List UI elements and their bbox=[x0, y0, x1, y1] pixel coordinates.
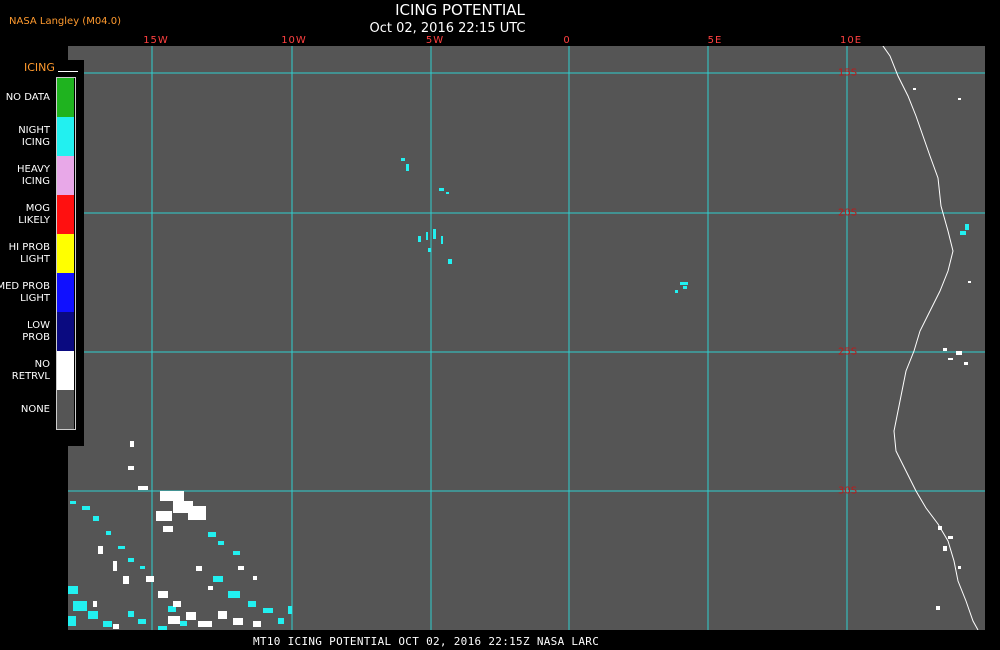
map-overlay bbox=[68, 46, 985, 630]
graticule bbox=[68, 46, 985, 630]
legend-title: ICING bbox=[24, 61, 55, 74]
lon-label-5e: 5E bbox=[707, 35, 723, 46]
legend-item-label: HEAVY ICING bbox=[17, 163, 50, 187]
legend-item-label: NO DATA bbox=[5, 91, 50, 103]
southwest-cloud-cluster bbox=[68, 441, 292, 630]
legend-item: MED PROB LIGHT bbox=[0, 273, 75, 312]
lat-label-25s: 25S bbox=[838, 346, 858, 358]
legend-swatch bbox=[57, 156, 74, 195]
legend-item: HI PROB LIGHT bbox=[0, 234, 75, 273]
icing-legend: ICING NO DATA NIGHT ICING HEAVY ICING MOG L… bbox=[0, 60, 84, 446]
lon-label-0: 0 bbox=[563, 35, 571, 46]
legend-swatch bbox=[57, 351, 74, 390]
legend-item: NONE bbox=[0, 390, 75, 429]
legend-item: NO RETRVL bbox=[0, 351, 75, 390]
lon-label-15w: 15W bbox=[143, 35, 169, 46]
footer-caption: MT10 ICING POTENTIAL OCT 02, 2016 22:15Z… bbox=[253, 635, 600, 648]
africa-coastline bbox=[882, 46, 979, 630]
legend-swatch bbox=[57, 78, 74, 117]
legend-item: NO DATA bbox=[0, 78, 75, 117]
legend-tick bbox=[58, 71, 78, 72]
map-datetime: Oct 02, 2016 22:15 UTC bbox=[369, 21, 526, 36]
lat-label-15s: 15S bbox=[838, 67, 858, 79]
map-title: ICING POTENTIAL bbox=[395, 1, 525, 19]
lat-label-20s: 20S bbox=[838, 207, 858, 219]
legend-item-label: NIGHT ICING bbox=[18, 124, 50, 148]
legend-swatch bbox=[57, 312, 74, 351]
legend-item: MOG LIKELY bbox=[0, 195, 75, 234]
satellite-map bbox=[68, 46, 985, 630]
legend-item-label: HI PROB LIGHT bbox=[8, 241, 50, 265]
legend-item: NIGHT ICING bbox=[0, 117, 75, 156]
legend-swatch bbox=[57, 195, 74, 234]
lon-label-10w: 10W bbox=[281, 35, 307, 46]
lon-label-5w: 5W bbox=[425, 35, 445, 46]
legend-item-label: NO RETRVL bbox=[11, 358, 50, 382]
legend-swatch bbox=[57, 117, 74, 156]
legend-item-label: NONE bbox=[20, 403, 50, 415]
night-icing-patches bbox=[401, 158, 969, 293]
lon-label-10e: 10E bbox=[839, 35, 863, 46]
lat-label-30s: 30S bbox=[838, 485, 858, 497]
legend-swatch bbox=[57, 234, 74, 273]
legend-swatch bbox=[57, 390, 74, 429]
legend-item-label: LOW PROB bbox=[22, 319, 50, 343]
legend-item-label: MOG LIKELY bbox=[18, 202, 50, 226]
legend-item: HEAVY ICING bbox=[0, 156, 75, 195]
legend-swatch bbox=[57, 273, 74, 312]
legend-item: LOW PROB bbox=[0, 312, 75, 351]
legend-item-label: MED PROB LIGHT bbox=[0, 280, 50, 304]
